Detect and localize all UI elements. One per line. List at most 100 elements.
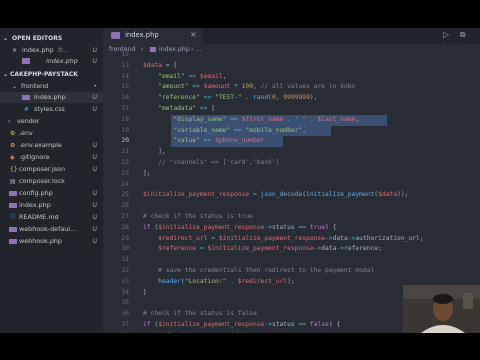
code-token: = [249, 191, 261, 199]
css-file-icon: # [24, 106, 30, 113]
close-icon[interactable]: × [190, 30, 197, 39]
code-text: # check if the status is true [143, 212, 253, 223]
code-line[interactable]: 30 $reference = $initialize_payment_resp… [103, 244, 480, 255]
code-token: data [321, 245, 337, 253]
line-number: 32 [121, 267, 129, 274]
line-number: 21 [121, 148, 129, 156]
line-number: 16 [121, 94, 129, 102]
php-file-icon [9, 227, 17, 232]
code-token: ) { [328, 321, 341, 328]
line-number: 35 [121, 299, 129, 307]
line-number: 20 [121, 137, 129, 145]
chevron-down-icon: ⌄ [3, 71, 9, 78]
code-token: true [306, 223, 326, 231]
presenter-video [403, 285, 480, 333]
tree-item-env[interactable]: ⚙ .env [0, 128, 103, 139]
code-line[interactable]: 20 "value" => $phone_number [103, 136, 480, 148]
code-token: // "channels" => ['card','bank'] [158, 159, 280, 166]
tree-item-webhook-php[interactable]: webhook.php U [0, 236, 103, 247]
code-token: . [306, 115, 318, 123]
code-line[interactable]: 17 "metadata" => [ [103, 104, 480, 115]
close-icon[interactable]: × [12, 45, 17, 56]
webcam-overlay [403, 285, 480, 333]
code-line[interactable]: 26 [103, 201, 480, 212]
code-token: status [271, 321, 299, 328]
code-text: $initialize_payment_response = json_deco… [143, 190, 408, 201]
code-token: $initialize_payment_response [143, 191, 250, 199]
open-editor-item[interactable]: index.php U [0, 56, 103, 67]
code-line[interactable]: 28 if ($initialize_payment_response->stat… [103, 223, 480, 234]
code-token: ]; [143, 169, 151, 177]
line-number: 36 [121, 310, 129, 318]
tree-item-env-example[interactable]: ⚙ .env.example U [0, 140, 103, 151]
code-text: $reference = $initialize_payment_respons… [143, 244, 382, 255]
code-line[interactable]: 19 "variable_name" => "mobile_number", [103, 125, 480, 137]
code-token: $initialize_payment_response [207, 245, 314, 253]
code-token: $reference [158, 245, 197, 253]
code-text: ], [143, 147, 166, 158]
code-token: => [188, 83, 204, 91]
tree-item-vendor[interactable]: › vendor [0, 116, 103, 127]
code-text: "amount" => $amount * 100, // all values… [143, 82, 355, 93]
code-token: $data [378, 191, 398, 199]
code-text: "value" => $phone_number [143, 136, 264, 147]
open-editors-header[interactable]: ⌄ OPEN EDITORS [0, 33, 103, 44]
code-token: == [298, 223, 307, 231]
tree-item-webhook-default[interactable]: webhook-defaul... U [0, 224, 103, 235]
code-token: $data [143, 61, 162, 69]
tree-item-styles-css[interactable]: # styles.css U [0, 104, 103, 115]
code-token: ) { [325, 223, 337, 231]
code-line[interactable]: 16 "reference" => "TEST-" . rand(0, 9999… [103, 93, 480, 104]
info-icon: ⓘ [10, 214, 17, 221]
code-token: -> [336, 245, 344, 253]
code-line[interactable]: 15 "amount" => $amount * 100, // all val… [103, 82, 480, 93]
code-text: } [143, 288, 147, 299]
code-text: "email" => $email, [143, 72, 226, 83]
code-line[interactable]: 23]; [103, 169, 480, 180]
code-token: $phone_number [215, 137, 265, 145]
code-text: if ($initialize_payment_response->status… [143, 223, 336, 234]
code-line[interactable]: 32 # save the credentials then redirect … [103, 266, 480, 277]
tree-item-config-php[interactable]: config.php U [0, 188, 103, 199]
tree-item-composer-lock[interactable]: ▤ composer.lock [0, 176, 103, 187]
code-line[interactable]: 21 ], [103, 147, 480, 158]
code-token: "amount" [158, 83, 189, 91]
code-line[interactable]: 27 # check if the status is true [103, 212, 480, 223]
code-line[interactable]: 24 [103, 180, 480, 191]
code-line[interactable]: 14 "email" => $email, [103, 72, 480, 83]
code-line[interactable]: 31 [103, 255, 480, 266]
code-line[interactable]: 22 // "channels" => ['card','bank'] [103, 158, 480, 169]
open-editor-item[interactable]: × index.php fr... U [0, 45, 103, 56]
tab-index-php[interactable]: index.php × [103, 28, 203, 44]
code-line[interactable]: 12 [103, 50, 480, 61]
code-token: [ [211, 105, 216, 112]
code-text: ]; [143, 169, 151, 180]
code-token: header [158, 277, 181, 285]
php-file-icon [9, 203, 17, 208]
code-line[interactable]: 13 $data = [ [103, 61, 480, 72]
untracked-badge: U [92, 57, 97, 65]
code-token: = [207, 234, 219, 242]
tree-item-composer-json[interactable]: {} composer.json U [0, 164, 103, 175]
php-file-icon [111, 32, 120, 39]
code-token: $redirect_url [158, 234, 208, 242]
tree-item-readme[interactable]: ⓘ README.md U [0, 212, 103, 223]
tree-item-index-php[interactable]: index.php U [0, 92, 103, 103]
tree-item-gitignore[interactable]: ◆ .gitignore U [0, 152, 103, 163]
code-token: => [199, 137, 216, 145]
code-line[interactable]: 29 $redirect_url = $initialize_payment_r… [103, 234, 480, 245]
code-token: $last_name [317, 115, 356, 123]
tree-item-frontend[interactable]: ⌄ frontend • [0, 81, 103, 92]
code-token: "display_name" [173, 115, 227, 123]
tree-item-root-index-php[interactable]: index.php U [0, 200, 103, 211]
project-header[interactable]: ⌄ CAKEPHP-PAYSTACK [0, 69, 103, 80]
code-line[interactable]: 18 "display_name" => $first_name . ' ' .… [103, 114, 480, 126]
line-number: 26 [121, 202, 129, 210]
open-editor-name: index.php [22, 46, 54, 54]
code-token: ); [287, 277, 295, 285]
code-line[interactable]: 25 $initialize_payment_response = json_de… [103, 190, 480, 201]
code-token: ' ' [294, 115, 307, 123]
